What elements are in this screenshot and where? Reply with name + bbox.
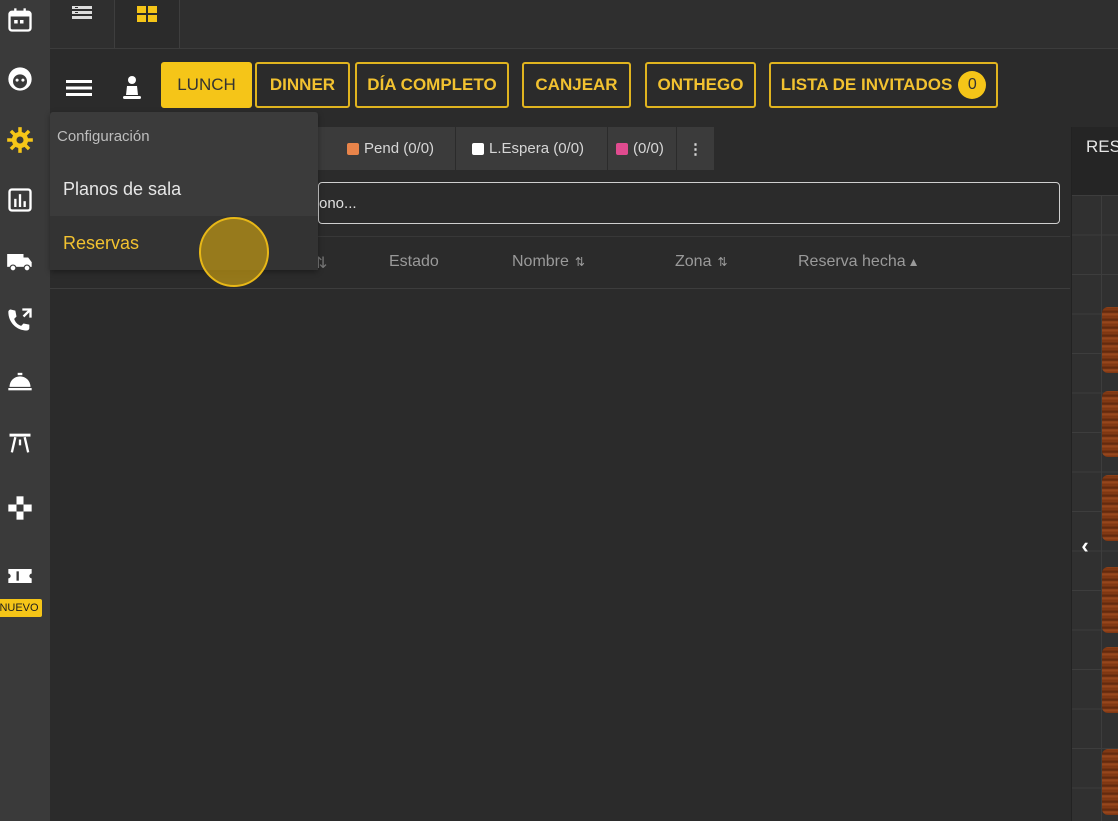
sidebar: NUEVO	[0, 0, 50, 821]
gamepad-icon[interactable]	[0, 488, 40, 528]
dropdown-header: Configuración	[57, 128, 150, 145]
header-nombre-label: Nombre	[512, 253, 569, 270]
header-reserva-label: Reserva hecha	[798, 253, 906, 270]
click-indicator	[199, 217, 269, 287]
filter-pending-label: Pend (0/0)	[364, 140, 435, 157]
table-shape[interactable]	[1102, 391, 1118, 457]
calendar-icon[interactable]	[0, 0, 40, 40]
right-panel-title: RES	[1086, 137, 1118, 156]
bar-chart-icon[interactable]	[0, 180, 40, 220]
sort-icon: ⇅	[574, 255, 585, 269]
filter-waitlist-label: L.Espera (0/0)	[489, 140, 585, 157]
menu-item-reservas[interactable]: Reservas	[50, 216, 318, 270]
header-zona[interactable]: Zona ⇅	[675, 253, 728, 271]
truck-icon[interactable]	[0, 241, 40, 281]
menu-icon[interactable]	[64, 73, 94, 103]
dia-completo-button[interactable]: DÍA COMPLETO	[355, 62, 509, 108]
gear-icon[interactable]	[0, 120, 40, 160]
header-estado[interactable]: Estado	[389, 253, 439, 271]
guest-list-label: LISTA DE INVITADOS	[780, 75, 953, 94]
table-shape[interactable]	[1102, 567, 1118, 633]
search-input[interactable]	[319, 183, 1059, 223]
grid-view-tab[interactable]	[115, 0, 180, 48]
new-badge: NUEVO	[0, 599, 42, 617]
filter-other-label: (0/0)	[633, 140, 664, 157]
room-service-icon[interactable]	[0, 361, 40, 401]
waiter-icon[interactable]	[117, 73, 147, 103]
top-bar	[50, 0, 1118, 49]
collapse-panel-icon[interactable]: ‹	[1075, 533, 1095, 558]
dinner-button[interactable]: DINNER	[255, 62, 350, 108]
table-shape[interactable]	[1102, 647, 1118, 713]
guest-count-badge: 0	[958, 71, 987, 99]
phone-transfer-icon[interactable]	[0, 300, 40, 340]
right-panel: RES ‹	[1071, 127, 1118, 821]
table-shape[interactable]	[1102, 307, 1118, 373]
pending-swatch	[347, 142, 359, 155]
other-swatch	[616, 142, 628, 155]
header-reserva-hecha[interactable]: Reserva hecha ▲	[798, 253, 920, 271]
table-shape[interactable]	[1102, 749, 1118, 815]
list-view-tab[interactable]	[50, 0, 115, 48]
guest-list-button[interactable]: LISTA DE INVITADOS 0	[769, 62, 998, 108]
table-icon[interactable]	[0, 423, 40, 463]
right-panel-header: RES	[1072, 127, 1118, 195]
header-nombre[interactable]: Nombre ⇅	[512, 253, 585, 271]
search-box	[318, 182, 1060, 224]
more-options-icon[interactable]: ⋮	[677, 127, 714, 170]
filter-waitlist[interactable]: L.Espera (0/0)	[456, 127, 608, 170]
waitlist-swatch	[472, 142, 484, 155]
face-icon[interactable]	[0, 59, 40, 99]
onthego-button[interactable]: ONTHEGO	[645, 62, 756, 108]
header-zona-label: Zona	[675, 253, 712, 270]
canjear-button[interactable]: CANJEAR	[522, 62, 631, 108]
grid-view-icon	[137, 6, 157, 22]
lunch-button[interactable]: LUNCH	[161, 62, 252, 108]
table-shape[interactable]	[1102, 475, 1118, 541]
status-filter-bar: Pend (0/0) L.Espera (0/0) (0/0) ⋮	[318, 127, 714, 170]
menu-item-planos-de-sala[interactable]: Planos de sala	[50, 162, 318, 216]
ticket-icon[interactable]	[0, 556, 40, 596]
sort-asc-icon: ▲	[907, 255, 920, 269]
config-dropdown: Configuración Planos de sala Reservas	[50, 112, 318, 270]
list-view-icon	[72, 6, 92, 19]
filter-other[interactable]: (0/0)	[608, 127, 677, 170]
filter-pending[interactable]: Pend (0/0)	[332, 127, 456, 170]
sort-icon: ⇅	[717, 255, 728, 269]
